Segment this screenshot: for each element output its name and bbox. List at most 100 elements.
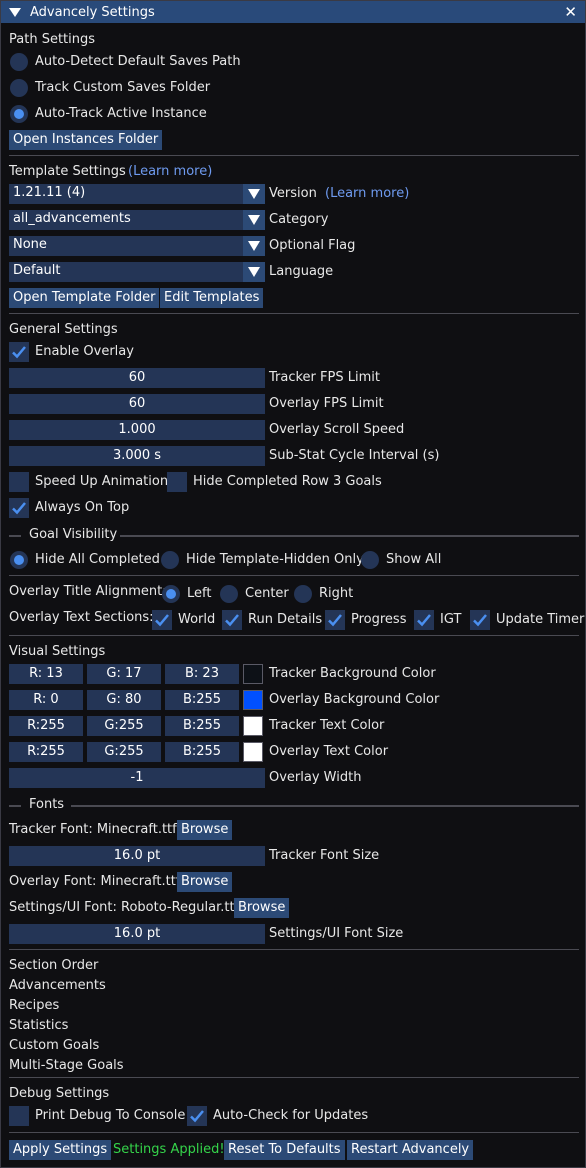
fonts-header[interactable]: Fonts [29,796,64,814]
tracker-text-b-input[interactable]: B:255 [165,716,239,736]
ui-font-size-input[interactable]: 16.0 pt [9,924,265,944]
overlay-scroll-speed-input[interactable]: 1.000 [9,420,265,440]
section-order-item-custom-goals[interactable]: Custom Goals [9,1037,99,1055]
overlay-text-r-input[interactable]: R:255 [9,742,83,762]
checkmark-icon [473,614,487,627]
tracker-text-r-input[interactable]: R:255 [9,716,83,736]
tracker-font-size-input[interactable]: 16.0 pt [9,846,265,866]
overlay-bg-color-swatch[interactable] [243,690,263,710]
overlay-bg-g-input[interactable]: G: 80 [87,690,161,710]
radio-align-left-label[interactable]: Left [187,585,211,603]
radio-align-center-label[interactable]: Center [245,585,289,603]
tracker-bg-b-input[interactable]: B: 23 [165,664,239,684]
section-igt-label[interactable]: IGT [440,611,461,629]
overlay-font-browse-button[interactable]: Browse [177,872,233,892]
substat-interval-input[interactable]: 3.000 s [9,446,265,466]
chevron-down-icon[interactable] [243,236,265,256]
tracker-fps-slider[interactable]: 60 [9,368,265,388]
restart-advancely-button[interactable]: Restart Advancely [347,1140,474,1160]
always-on-top-label[interactable]: Always On Top [35,499,129,517]
title-bar[interactable]: Advancely Settings ✕ [1,1,585,23]
overlay-width-input[interactable]: -1 [9,768,265,788]
section-order-item-multi-stage-goals[interactable]: Multi-Stage Goals [9,1057,124,1075]
version-value: 1.21.11 (4) [13,185,86,200]
radio-hide-template-hidden[interactable] [161,551,179,569]
tracker-font-browse-button[interactable]: Browse [177,820,233,840]
hide-row3-label[interactable]: Hide Completed Row 3 Goals [193,473,382,491]
radio-auto-detect[interactable] [10,53,28,71]
print-debug-label[interactable]: Print Debug To Console [35,1107,185,1125]
radio-align-center[interactable] [220,585,238,603]
radio-auto-detect-label[interactable]: Auto-Detect Default Saves Path [35,53,241,71]
enable-overlay-label[interactable]: Enable Overlay [35,343,134,361]
enable-overlay-checkbox[interactable] [9,342,29,362]
auto-check-updates-checkbox[interactable] [187,1106,207,1126]
section-order-item-recipes[interactable]: Recipes [9,997,59,1015]
overlay-bg-b-input[interactable]: B:255 [165,690,239,710]
separator [71,805,579,807]
speed-up-animation-label[interactable]: Speed Up Animation [35,473,168,491]
settings-applied-status: Settings Applied! [113,1142,225,1157]
tracker-bg-color-label: Tracker Background Color [269,666,436,681]
radio-show-all[interactable] [361,551,379,569]
always-on-top-checkbox[interactable] [9,498,29,518]
chevron-down-icon[interactable] [243,210,265,230]
overlay-text-color-swatch[interactable] [243,742,263,762]
ui-font-label: Settings/UI Font: Roboto-Regular.ttf [9,900,240,915]
chevron-down-icon[interactable] [243,262,265,282]
radio-auto-track-instance[interactable] [10,105,28,123]
section-igt-checkbox[interactable] [414,610,434,630]
section-world-checkbox[interactable] [152,610,172,630]
ui-font-browse-button[interactable]: Browse [234,898,290,918]
edit-templates-button[interactable]: Edit Templates [160,288,264,308]
goal-visibility-header[interactable]: Goal Visibility [29,526,117,544]
radio-align-right-label[interactable]: Right [319,585,353,603]
category-combo[interactable]: all_advancements [9,210,265,230]
print-debug-checkbox[interactable] [9,1106,29,1126]
apply-settings-button[interactable]: Apply Settings [9,1140,112,1160]
overlay-fps-slider[interactable]: 60 [9,394,265,414]
open-template-folder-button[interactable]: Open Template Folder [9,288,160,308]
language-combo[interactable]: Default [9,262,265,282]
radio-hide-all-completed-label[interactable]: Hide All Completed [35,551,160,569]
tracker-bg-color-swatch[interactable] [243,664,263,684]
section-update-timer-label[interactable]: Update Timer [496,611,584,629]
collapse-triangle-icon[interactable] [9,7,21,17]
section-world-label[interactable]: World [178,611,215,629]
tracker-bg-g-input[interactable]: G: 17 [87,664,161,684]
close-icon[interactable]: ✕ [564,3,577,21]
radio-track-custom-label[interactable]: Track Custom Saves Folder [35,79,210,97]
section-order-header: Section Order [9,958,99,973]
section-progress-label[interactable]: Progress [351,611,406,629]
tracker-text-color-swatch[interactable] [243,716,263,736]
overlay-title-alignment-label: Overlay Title Alignment: [9,584,167,599]
section-run-details-label[interactable]: Run Details [248,611,322,629]
section-order-item-advancements[interactable]: Advancements [9,977,106,995]
template-learn-more-link[interactable]: (Learn more) [128,163,212,181]
radio-show-all-label[interactable]: Show All [386,551,441,569]
overlay-bg-r-input[interactable]: R: 0 [9,690,83,710]
radio-track-custom[interactable] [10,79,28,97]
radio-auto-track-instance-label[interactable]: Auto-Track Active Instance [35,105,207,123]
radio-hide-template-hidden-label[interactable]: Hide Template-Hidden Only [186,551,364,569]
radio-hide-all-completed[interactable] [10,551,28,569]
chevron-down-icon[interactable] [243,184,265,204]
hide-row3-checkbox[interactable] [167,472,187,492]
speed-up-animation-checkbox[interactable] [9,472,29,492]
open-instances-folder-button[interactable]: Open Instances Folder [9,130,163,150]
optional-flag-combo[interactable]: None [9,236,265,256]
overlay-text-g-input[interactable]: G:255 [87,742,161,762]
reset-defaults-button[interactable]: Reset To Defaults [224,1140,345,1160]
section-progress-checkbox[interactable] [325,610,345,630]
section-update-timer-checkbox[interactable] [470,610,490,630]
tracker-text-g-input[interactable]: G:255 [87,716,161,736]
overlay-text-b-input[interactable]: B:255 [165,742,239,762]
radio-align-right[interactable] [294,585,312,603]
version-learn-more-link[interactable]: (Learn more) [325,185,409,203]
tracker-bg-r-input[interactable]: R: 13 [9,664,83,684]
auto-check-updates-label[interactable]: Auto-Check for Updates [213,1107,368,1125]
radio-align-left[interactable] [162,585,180,603]
section-order-item-statistics[interactable]: Statistics [9,1017,68,1035]
version-combo[interactable]: 1.21.11 (4) [9,184,265,204]
section-run-details-checkbox[interactable] [222,610,242,630]
